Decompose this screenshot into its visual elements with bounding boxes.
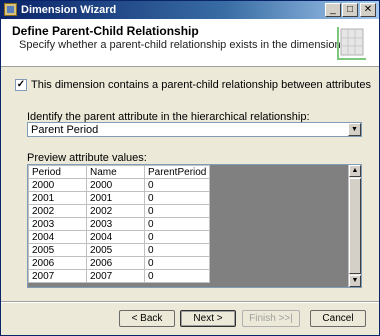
cell-period: 2005 bbox=[28, 243, 87, 257]
cell-parentperiod: 0 bbox=[143, 204, 211, 218]
preview-label: Preview attribute values: bbox=[27, 152, 147, 164]
dimension-wizard-window: Dimension Wizard _ □ ✕ Define Parent-Chi… bbox=[0, 0, 380, 336]
table-row[interactable]: 2002 2002 0 bbox=[28, 204, 211, 218]
back-button[interactable]: < Back bbox=[119, 310, 175, 327]
dimension-cube-icon bbox=[337, 27, 366, 60]
scroll-down-icon[interactable]: ▼ bbox=[349, 275, 361, 287]
cell-period: 2004 bbox=[28, 230, 87, 244]
close-button[interactable]: ✕ bbox=[360, 3, 376, 17]
cell-name: 2007 bbox=[86, 269, 145, 283]
table-row[interactable]: 2006 2006 0 bbox=[28, 256, 211, 270]
cell-period: 2007 bbox=[28, 269, 87, 283]
cell-period: 2001 bbox=[28, 191, 87, 205]
vertical-scrollbar[interactable]: ▲ ▼ bbox=[348, 165, 361, 287]
scroll-up-icon[interactable]: ▲ bbox=[349, 165, 361, 177]
next-button[interactable]: Next > bbox=[180, 310, 236, 327]
cell-name: 2002 bbox=[86, 204, 145, 218]
cell-parentperiod: 0 bbox=[143, 217, 211, 231]
cell-parentperiod: 0 bbox=[143, 178, 211, 192]
cancel-button[interactable]: Cancel bbox=[310, 310, 366, 327]
cell-name: 2001 bbox=[86, 191, 145, 205]
parent-child-checkbox[interactable]: ✓ bbox=[15, 79, 27, 91]
cell-parentperiod: 0 bbox=[143, 243, 211, 257]
cell-period: 2000 bbox=[28, 178, 87, 192]
preview-grid[interactable]: Period Name ParentPeriod 2000 2000 0 2001 2… bbox=[27, 164, 362, 288]
cell-parentperiod: 0 bbox=[143, 256, 211, 270]
cell-period: 2002 bbox=[28, 204, 87, 218]
parent-attribute-value: Parent Period bbox=[31, 124, 99, 136]
cell-name: 2006 bbox=[86, 256, 145, 270]
cell-parentperiod: 0 bbox=[143, 191, 211, 205]
wizard-app-icon bbox=[4, 3, 17, 16]
column-header-period[interactable]: Period bbox=[28, 165, 87, 179]
parent-attribute-dropdown[interactable]: Parent Period ▼ bbox=[27, 122, 362, 137]
cell-parentperiod: 0 bbox=[143, 230, 211, 244]
minimize-button[interactable]: _ bbox=[325, 3, 341, 17]
cell-parentperiod: 0 bbox=[143, 269, 211, 283]
maximize-button[interactable]: □ bbox=[342, 3, 358, 17]
preview-table: Period Name ParentPeriod 2000 2000 0 2001 2… bbox=[28, 165, 211, 283]
table-header-row: Period Name ParentPeriod bbox=[28, 165, 211, 179]
title-bar[interactable]: Dimension Wizard _ □ ✕ bbox=[1, 1, 379, 19]
table-row[interactable]: 2007 2007 0 bbox=[28, 269, 211, 283]
wizard-header: Define Parent-Child Relationship Specify… bbox=[1, 19, 379, 67]
page-subtitle: Specify whether a parent-child relations… bbox=[19, 39, 344, 51]
table-row[interactable]: 2004 2004 0 bbox=[28, 230, 211, 244]
table-row[interactable]: 2000 2000 0 bbox=[28, 178, 211, 192]
finish-button[interactable]: Finish >>| bbox=[242, 310, 300, 327]
window-title: Dimension Wizard bbox=[21, 4, 117, 16]
cell-name: 2004 bbox=[86, 230, 145, 244]
table-row[interactable]: 2003 2003 0 bbox=[28, 217, 211, 231]
page-title: Define Parent-Child Relationship bbox=[12, 24, 199, 38]
table-row[interactable]: 2001 2001 0 bbox=[28, 191, 211, 205]
column-header-name[interactable]: Name bbox=[86, 165, 145, 179]
chevron-down-icon[interactable]: ▼ bbox=[348, 123, 361, 136]
cell-period: 2006 bbox=[28, 256, 87, 270]
cell-name: 2005 bbox=[86, 243, 145, 257]
cell-name: 2003 bbox=[86, 217, 145, 231]
parent-child-checkbox-label[interactable]: This dimension contains a parent-child r… bbox=[31, 79, 371, 91]
scrollbar-thumb[interactable] bbox=[349, 178, 361, 274]
table-row[interactable]: 2005 2005 0 bbox=[28, 243, 211, 257]
column-header-parentperiod[interactable]: ParentPeriod bbox=[143, 165, 211, 179]
footer-divider bbox=[1, 301, 379, 303]
cell-period: 2003 bbox=[28, 217, 87, 231]
cell-name: 2000 bbox=[86, 178, 145, 192]
